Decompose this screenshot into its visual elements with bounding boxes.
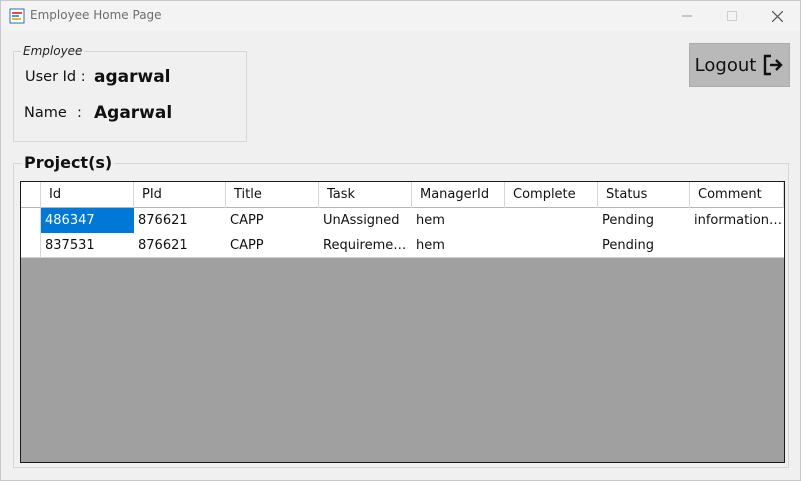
column-header-id[interactable]: Id — [41, 182, 134, 208]
name-colon: : — [77, 105, 82, 121]
column-header-status[interactable]: Status — [598, 182, 690, 208]
cell-complete[interactable] — [505, 233, 598, 258]
cell-task[interactable]: Requiremen... — [319, 233, 412, 258]
column-header-managerid[interactable]: ManagerId — [412, 182, 505, 208]
cell-task[interactable]: UnAssigned — [319, 208, 412, 233]
column-header-comment[interactable]: Comment — [690, 182, 784, 208]
cell-id[interactable]: 486347 — [41, 208, 134, 233]
cell-managerid[interactable]: hem — [412, 208, 505, 233]
chart-app-icon — [9, 8, 25, 24]
cell-status[interactable]: Pending — [598, 208, 690, 233]
minimize-icon — [682, 15, 692, 17]
minimize-button[interactable] — [664, 1, 710, 31]
cell-managerid[interactable]: hem — [412, 233, 505, 258]
close-button[interactable] — [754, 1, 800, 31]
employee-groupbox — [13, 51, 247, 142]
logout-label: Logout — [694, 54, 757, 76]
cell-id[interactable]: 837531 — [41, 233, 134, 258]
cell-title[interactable]: CAPP — [226, 233, 319, 258]
maximize-icon — [727, 11, 737, 21]
employee-home-window: Employee Home Page Employee User Id : ag… — [0, 0, 801, 481]
table-row[interactable]: 837531 876621 CAPP Requiremen... hem Pen… — [21, 233, 784, 258]
employee-legend: Employee — [21, 44, 85, 58]
table-row[interactable]: 486347 876621 CAPP UnAssigned hem Pendin… — [21, 208, 784, 233]
row-header[interactable] — [21, 208, 41, 233]
column-header-pid[interactable]: PId — [134, 182, 226, 208]
row-header[interactable] — [21, 233, 41, 258]
column-header-task[interactable]: Task — [319, 182, 412, 208]
logout-button[interactable]: Logout — [689, 43, 790, 87]
cell-pid[interactable]: 876621 — [134, 233, 226, 258]
grid-header: Id PId Title Task ManagerId Complete Sta… — [21, 182, 784, 208]
title-bar[interactable]: Employee Home Page — [1, 1, 800, 31]
window-title: Employee Home Page — [30, 8, 162, 22]
user-id-value: agarwal — [94, 67, 171, 87]
user-id-label: User Id : — [25, 69, 86, 85]
cell-comment[interactable] — [690, 233, 784, 258]
logout-arrow-icon — [764, 54, 784, 76]
name-value: Agarwal — [94, 103, 173, 123]
row-header-corner[interactable] — [21, 182, 41, 208]
projects-grid[interactable]: Id PId Title Task ManagerId Complete Sta… — [20, 181, 785, 463]
cell-pid[interactable]: 876621 — [134, 208, 226, 233]
name-label: Name — [24, 105, 67, 121]
projects-legend: Project(s) — [22, 153, 115, 172]
cell-complete[interactable] — [505, 208, 598, 233]
cell-status[interactable]: Pending — [598, 233, 690, 258]
cell-comment[interactable]: information ... — [690, 208, 784, 233]
column-header-complete[interactable]: Complete — [505, 182, 598, 208]
column-header-title[interactable]: Title — [226, 182, 319, 208]
close-icon — [771, 10, 783, 22]
maximize-button[interactable] — [709, 1, 755, 31]
cell-title[interactable]: CAPP — [226, 208, 319, 233]
